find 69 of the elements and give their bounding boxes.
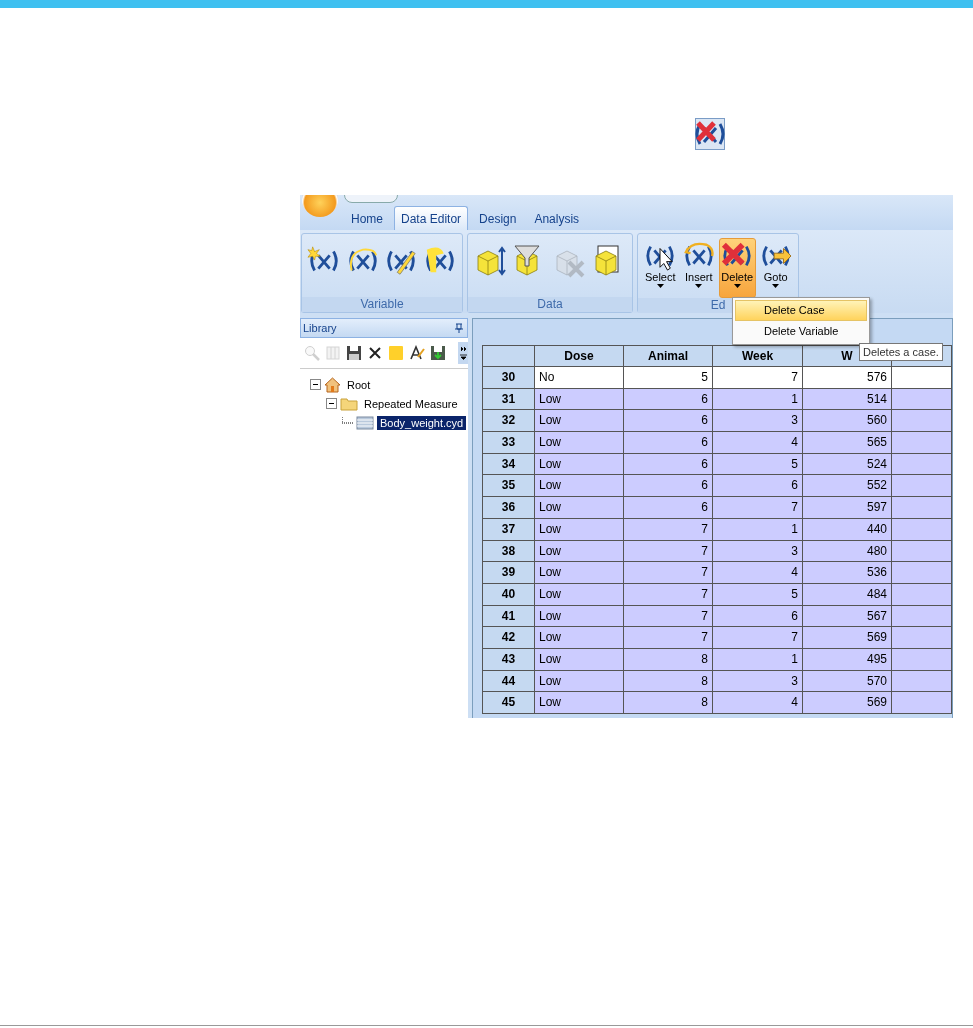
- table-cell: 567: [803, 605, 892, 628]
- table-cell: 5: [713, 583, 803, 606]
- table-cell: 6: [624, 388, 713, 411]
- table-cell: Low: [535, 562, 624, 584]
- table-cell: Low: [535, 410, 624, 433]
- table-cell: 6: [624, 432, 713, 454]
- group-label: Ed: [710, 298, 726, 312]
- table-cell: Low: [535, 648, 624, 671]
- table-cell: 6: [624, 497, 713, 519]
- table-cell: 3: [713, 670, 803, 693]
- table-cell: 8: [624, 670, 713, 693]
- table-cell: Low: [535, 432, 624, 454]
- table-cell: 576: [803, 367, 892, 389]
- table-cell: 524: [803, 453, 892, 476]
- table-cell: 1: [713, 388, 803, 411]
- table-cell: 3: [713, 540, 803, 563]
- table-cell: 5: [624, 367, 713, 389]
- table-cell: 1: [713, 518, 803, 541]
- table-cell: 440: [803, 518, 892, 541]
- table-cell: Low: [535, 605, 624, 628]
- table-cell: 536: [803, 562, 892, 584]
- table-cell: 7: [624, 540, 713, 563]
- table-cell: Low: [535, 497, 624, 519]
- table-cell: 5: [713, 453, 803, 476]
- table-cell: 7: [713, 627, 803, 649]
- table-cell: 7: [713, 497, 803, 519]
- table-cell: 6: [624, 410, 713, 433]
- table-cell: 597: [803, 497, 892, 519]
- table-cell: 8: [624, 692, 713, 714]
- table-cell: 569: [803, 692, 892, 714]
- table-cell: 7: [624, 605, 713, 628]
- table-cell: 480: [803, 540, 892, 563]
- table-cell: Low: [535, 627, 624, 649]
- table-cell: 1: [713, 648, 803, 671]
- table-cell: Low: [535, 692, 624, 714]
- table-cell: 4: [713, 692, 803, 714]
- table-cell: 7: [624, 562, 713, 584]
- group-label: Variable: [360, 297, 404, 311]
- table-cell: 4: [713, 432, 803, 454]
- table-cell: 552: [803, 475, 892, 498]
- table-cell: 484: [803, 583, 892, 606]
- group-label: Data: [537, 297, 563, 311]
- table-cell: 6: [624, 475, 713, 498]
- table-cell: 565: [803, 432, 892, 454]
- table-cell: 7: [624, 583, 713, 606]
- table-cell: 8: [624, 648, 713, 671]
- table-cell: 6: [624, 453, 713, 476]
- table-cell: 560: [803, 410, 892, 433]
- panel-title: Library: [303, 322, 337, 334]
- table-cell: 6: [713, 475, 803, 498]
- table-cell: 7: [624, 627, 713, 649]
- table-cell: 514: [803, 388, 892, 411]
- table-cell: 495: [803, 648, 892, 671]
- table-cell: 7: [624, 518, 713, 541]
- table-cell: Low: [535, 453, 624, 476]
- table-cell: 6: [713, 605, 803, 628]
- table-cell: Low: [535, 540, 624, 563]
- table-cell: Low: [535, 388, 624, 411]
- table-cell: Low: [535, 583, 624, 606]
- table-cell: 3: [713, 410, 803, 433]
- table-cell: Low: [535, 475, 624, 498]
- table-cell: 4: [713, 562, 803, 584]
- tooltip: Deletes a case.: [859, 343, 943, 361]
- table-cell: 569: [803, 627, 892, 649]
- table-cell: Low: [535, 518, 624, 541]
- table-cell: No: [535, 367, 624, 389]
- table-cell: 7: [713, 367, 803, 389]
- table-cell: Low: [535, 670, 624, 693]
- table-cell: 570: [803, 670, 892, 693]
